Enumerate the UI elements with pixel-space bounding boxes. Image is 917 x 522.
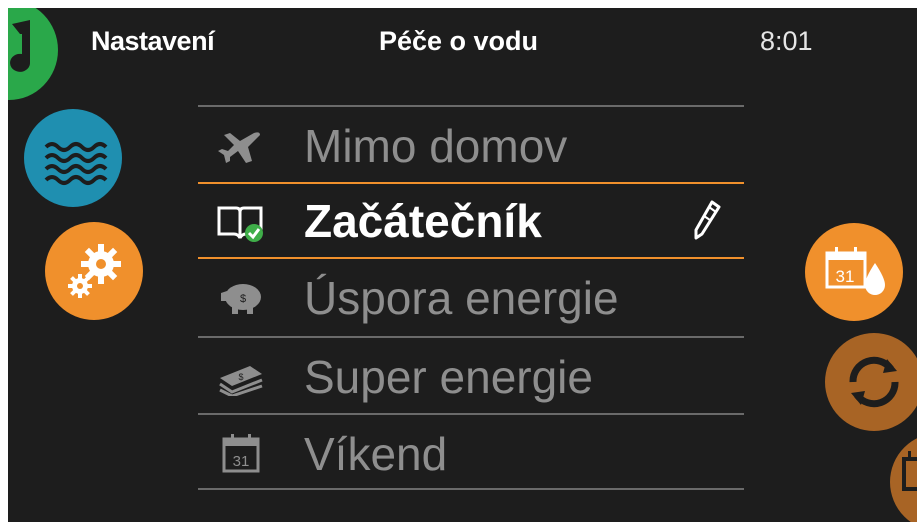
list-item-label: Mimo domov — [304, 120, 568, 172]
screen: Nastavení Péče o vodu 8:01 Mimo domov Za… — [8, 8, 917, 522]
list-item-label: Úspora energie — [304, 272, 619, 324]
svg-text:$: $ — [238, 372, 243, 382]
list-item-label: Začátečník — [304, 195, 542, 247]
list-item-beginner[interactable]: Začátečník — [198, 182, 744, 259]
calendar-icon: 31 — [222, 434, 260, 473]
sync-icon — [849, 356, 899, 408]
svg-text:31: 31 — [233, 453, 250, 470]
calendar-icon — [902, 451, 917, 491]
money-stack-icon: $ — [219, 366, 263, 396]
list-item-label: Super energie — [304, 351, 593, 403]
calendar-drop-icon: 31 — [825, 247, 885, 295]
water-care-button[interactable] — [24, 109, 122, 207]
sync-button[interactable] — [825, 333, 917, 431]
list-item-weekend[interactable]: 31 Víkend — [198, 413, 744, 490]
mode-list: Mimo domov Začátečník $ Úspora energie $… — [198, 105, 744, 490]
svg-text:$: $ — [240, 293, 246, 305]
list-item-energy-saving[interactable]: $ Úspora energie — [198, 259, 744, 336]
gears-icon — [68, 244, 121, 298]
svg-text:31: 31 — [836, 267, 855, 286]
airplane-icon — [218, 132, 260, 163]
clock: 8:01 — [760, 26, 813, 56]
pencil-icon[interactable] — [692, 198, 722, 242]
list-item-label: Víkend — [304, 428, 448, 480]
water-waves-icon — [44, 142, 108, 185]
piggy-bank-icon: $ — [221, 284, 261, 314]
list-item-away[interactable]: Mimo domov — [198, 105, 744, 182]
schedule-button[interactable]: 31 — [805, 223, 903, 321]
settings-button[interactable] — [45, 222, 143, 320]
list-item-super-energy[interactable]: $ Super energie — [198, 336, 744, 413]
calendar-button[interactable] — [890, 433, 917, 522]
book-check-icon — [217, 206, 263, 242]
